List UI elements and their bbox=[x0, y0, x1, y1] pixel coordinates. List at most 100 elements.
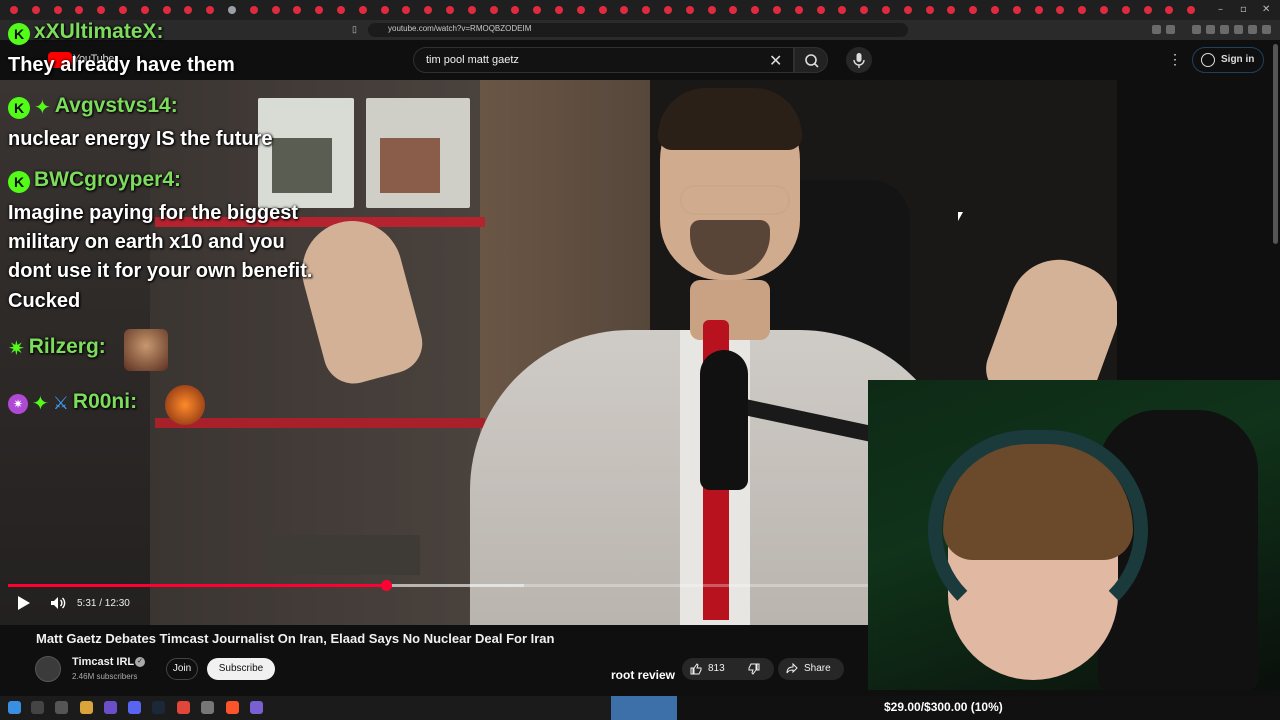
browser-tab-icon[interactable] bbox=[555, 6, 563, 14]
browser-tab-icon[interactable] bbox=[293, 6, 302, 14]
windows-start-icon[interactable] bbox=[8, 701, 21, 714]
menu-icon[interactable] bbox=[1262, 25, 1271, 34]
browser-tab-icon[interactable] bbox=[337, 6, 345, 14]
sign-in-button[interactable]: Sign in bbox=[1192, 47, 1264, 73]
browser-tab-icon[interactable] bbox=[31, 6, 40, 14]
channel-name[interactable]: Timcast IRL bbox=[72, 656, 134, 668]
browser-tab-icon[interactable] bbox=[75, 6, 84, 14]
browser-tab-icon[interactable] bbox=[533, 6, 542, 14]
extension-icon[interactable] bbox=[1220, 25, 1229, 34]
browser-tab-icon[interactable] bbox=[991, 6, 999, 14]
extension-icon[interactable] bbox=[1152, 25, 1161, 34]
bookmark-icon[interactable]: ▯ bbox=[352, 24, 357, 35]
browser-tab-icon[interactable] bbox=[925, 6, 934, 14]
browser-tab-icon[interactable] bbox=[1034, 6, 1043, 14]
browser-tab-icon[interactable] bbox=[620, 6, 629, 14]
close-window-icon[interactable]: ✕ bbox=[1262, 4, 1270, 15]
browser-tab-icon[interactable] bbox=[402, 6, 411, 14]
maximize-icon[interactable]: ▫ bbox=[1240, 4, 1247, 15]
extension-icon[interactable] bbox=[1192, 25, 1201, 34]
browser-tab-icon[interactable] bbox=[511, 6, 520, 14]
browser-tab-icon[interactable] bbox=[140, 6, 149, 14]
browser-tab-icon[interactable] bbox=[1121, 6, 1130, 14]
browser-tab-icon[interactable] bbox=[707, 6, 716, 14]
browser-tab-icon[interactable] bbox=[751, 6, 760, 14]
taskbar-active-app[interactable] bbox=[611, 696, 677, 720]
search-input[interactable]: tim pool matt gaetz bbox=[413, 47, 794, 73]
browser-tab-icon[interactable] bbox=[119, 6, 127, 14]
discord-icon[interactable] bbox=[128, 701, 141, 714]
join-button[interactable]: Join bbox=[166, 658, 198, 680]
browser-tab-icon[interactable] bbox=[380, 6, 389, 14]
browser-tab-icon[interactable] bbox=[358, 6, 367, 14]
channel-avatar[interactable] bbox=[35, 656, 61, 682]
search-icon[interactable] bbox=[31, 701, 44, 714]
extension-icon[interactable] bbox=[1234, 25, 1243, 34]
subscribe-button[interactable]: Subscribe bbox=[207, 658, 275, 680]
browser-tab-icon[interactable] bbox=[816, 6, 825, 14]
file-explorer-icon[interactable] bbox=[80, 701, 93, 714]
steam-icon[interactable] bbox=[152, 701, 165, 714]
browser-tab-icon[interactable] bbox=[576, 6, 585, 14]
page-scrollbar[interactable] bbox=[1273, 44, 1278, 244]
extension-icon[interactable] bbox=[1206, 25, 1215, 34]
search-button[interactable] bbox=[794, 47, 828, 73]
extension-icon[interactable] bbox=[1248, 25, 1257, 34]
browser-tab-icon[interactable] bbox=[882, 6, 890, 14]
browser-tab-icon[interactable] bbox=[271, 6, 280, 14]
browser-tab-icon[interactable] bbox=[315, 6, 324, 14]
browser-tab-icon[interactable] bbox=[53, 6, 62, 14]
app-icon[interactable] bbox=[104, 701, 117, 714]
browser-tab-icon[interactable] bbox=[162, 6, 171, 14]
star-badge-icon: ✦ bbox=[34, 97, 51, 120]
browser-tab-icon[interactable] bbox=[1143, 6, 1152, 14]
share-button[interactable]: Share bbox=[778, 658, 844, 680]
share-icon bbox=[786, 663, 798, 674]
browser-tab-icon[interactable] bbox=[97, 6, 106, 14]
extension-icon[interactable] bbox=[1166, 25, 1175, 34]
like-icon[interactable] bbox=[690, 663, 702, 675]
browser-tab-icon[interactable] bbox=[467, 6, 476, 14]
browser-tab-icon[interactable] bbox=[249, 6, 258, 14]
dislike-icon[interactable] bbox=[748, 663, 760, 675]
like-dislike-group[interactable]: 813 bbox=[682, 658, 774, 680]
browser-tab-icon[interactable] bbox=[184, 6, 193, 14]
browser-tab-icon[interactable] bbox=[228, 6, 236, 14]
browser-tab-icon[interactable] bbox=[1100, 6, 1108, 14]
browser-tab-icon[interactable] bbox=[685, 6, 694, 14]
browser-tab-icon[interactable] bbox=[773, 6, 781, 14]
browser-tab-icon[interactable] bbox=[729, 6, 738, 14]
task-view-icon[interactable] bbox=[55, 701, 68, 714]
app-icon[interactable] bbox=[201, 701, 214, 714]
browser-tab-icon[interactable] bbox=[1056, 6, 1065, 14]
browser-tab-icon[interactable] bbox=[969, 6, 978, 14]
volume-icon[interactable] bbox=[50, 596, 66, 610]
browser-tab-icon[interactable] bbox=[903, 6, 912, 14]
browser-tab-icon[interactable] bbox=[947, 6, 956, 14]
url-field[interactable]: youtube.com/watch?v=RMOQBZODEIM bbox=[368, 23, 908, 37]
browser-tab-icon[interactable] bbox=[1012, 6, 1021, 14]
browser-tab-icon[interactable] bbox=[1187, 6, 1196, 14]
browser-tab-icon[interactable] bbox=[10, 6, 18, 14]
browser-tab-icon[interactable] bbox=[446, 6, 454, 14]
chrome-icon[interactable] bbox=[177, 701, 190, 714]
browser-tab-icon[interactable] bbox=[489, 6, 498, 14]
brave-icon[interactable] bbox=[226, 701, 239, 714]
browser-tab-icon[interactable] bbox=[664, 6, 672, 14]
browser-tab-icon[interactable] bbox=[424, 6, 433, 14]
browser-tab-icon[interactable] bbox=[794, 6, 803, 14]
browser-tab-icon[interactable] bbox=[838, 6, 847, 14]
more-icon[interactable]: ⋮ bbox=[1168, 51, 1182, 68]
minimize-icon[interactable]: – bbox=[1218, 4, 1223, 15]
progress-bar[interactable] bbox=[8, 580, 868, 591]
browser-tab-icon[interactable] bbox=[642, 6, 651, 14]
browser-tab-icon[interactable] bbox=[1165, 6, 1174, 14]
play-icon[interactable] bbox=[18, 596, 30, 610]
browser-tab-icon[interactable] bbox=[860, 6, 869, 14]
voice-search-button[interactable] bbox=[846, 47, 872, 73]
browser-tab-icon[interactable] bbox=[598, 6, 607, 14]
clear-icon[interactable]: ✕ bbox=[769, 51, 782, 71]
audio-icon[interactable] bbox=[250, 701, 263, 714]
browser-tab-icon[interactable] bbox=[1078, 6, 1087, 14]
browser-tab-icon[interactable] bbox=[206, 6, 215, 14]
